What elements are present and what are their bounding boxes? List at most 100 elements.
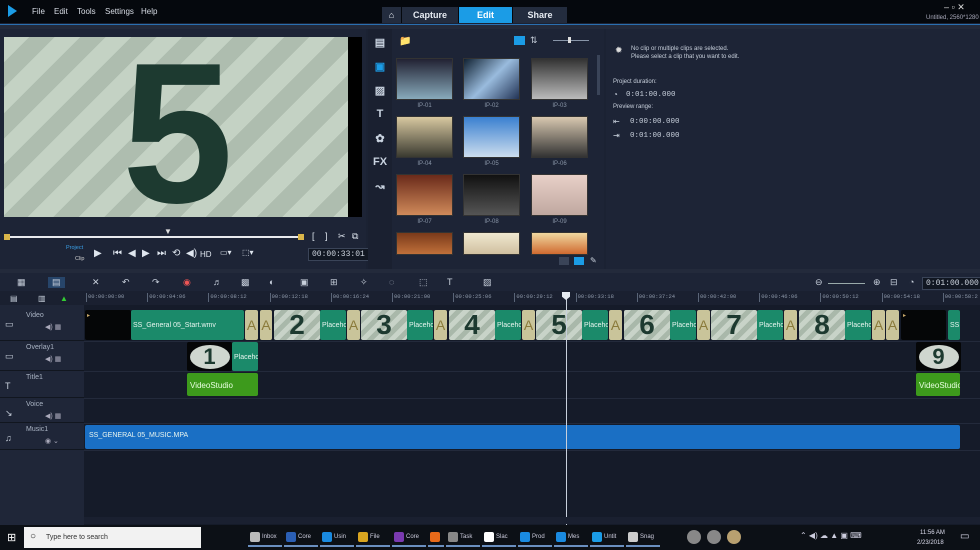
smart-package-icon[interactable]: ▨	[483, 277, 492, 288]
title-icon[interactable]: T	[370, 108, 390, 120]
title-track-icon[interactable]: T	[5, 381, 11, 391]
library-thumbnail[interactable]	[396, 174, 453, 216]
placeholder-clip[interactable]: Placeholder	[582, 310, 608, 340]
track-manager-icon[interactable]: ▤	[10, 294, 18, 303]
library-thumbnail[interactable]	[396, 58, 453, 100]
video-clip-2[interactable]: 2	[274, 310, 320, 340]
timeline-view-icon[interactable]: ▤	[48, 277, 65, 288]
library-thumbnail[interactable]	[463, 116, 520, 158]
taskbar-app[interactable]: Mes	[554, 528, 588, 547]
tab-capture[interactable]: Capture	[402, 7, 458, 23]
menu-edit[interactable]: Edit	[54, 7, 68, 16]
library-thumbnail[interactable]	[531, 116, 588, 158]
windows-start-icon[interactable]: ⊞	[7, 531, 16, 544]
placeholder-clip[interactable]: Placeholder	[320, 310, 346, 340]
library-thumbnail[interactable]	[463, 58, 520, 100]
enlarge-icon[interactable]: ⧉	[352, 231, 358, 242]
sort-icon[interactable]: ⇅	[530, 35, 538, 46]
clock-date[interactable]: 2/23/2018	[917, 540, 944, 546]
overlay-track-icon[interactable]: ▭	[5, 351, 14, 362]
timecode-field[interactable]: 00:00:33:01	[308, 248, 369, 261]
video-clip-5[interactable]: 5	[536, 310, 582, 340]
scrubber-bar[interactable]	[6, 236, 302, 238]
video-clip-6[interactable]: 6	[624, 310, 670, 340]
trim-in-handle[interactable]	[4, 234, 10, 240]
system-tray-icons[interactable]: ⌃ ◀) ☁ ▲ ▣ ⌨	[800, 531, 862, 540]
fit-project-icon[interactable]: ⊟	[890, 277, 898, 288]
placeholder-clip[interactable]: Placeholder	[845, 310, 871, 340]
transition[interactable]: A	[697, 310, 710, 340]
track-controls[interactable]: ◉ ⌄	[45, 437, 59, 445]
taskbar-app[interactable]: Prod	[518, 528, 552, 547]
library-thumbnail[interactable]	[396, 116, 453, 158]
tools-icon[interactable]: ✕	[92, 277, 100, 288]
menu-tools[interactable]: Tools	[77, 7, 96, 16]
taskbar-app[interactable]: Usin	[320, 528, 354, 547]
pan-zoom-icon[interactable]: ⬚	[419, 277, 428, 288]
placeholder-clip[interactable]: Placeholder	[407, 310, 433, 340]
music-clip[interactable]: SS_GENERAL 05_MUSIC.MPA	[85, 425, 960, 449]
taskbar-app[interactable]: Untit	[590, 528, 624, 547]
library-thumbnail[interactable]	[463, 232, 520, 255]
library-scrollbar[interactable]	[597, 55, 600, 95]
menu-help[interactable]: Help	[141, 7, 157, 16]
range-out-field[interactable]: 0:01:00.000	[630, 132, 680, 140]
placeholder-clip[interactable]: Placeholder	[670, 310, 696, 340]
taskbar-app[interactable]: Core	[284, 528, 318, 547]
time-remap-icon[interactable]: ✧	[360, 277, 368, 288]
track-controls[interactable]: ◀) ▦	[45, 412, 61, 420]
library-thumbnail[interactable]	[463, 174, 520, 216]
taskbar-app[interactable]: Snag	[626, 528, 660, 547]
overlay-clip-1[interactable]: 1	[187, 342, 232, 371]
split-icon[interactable]: ✂	[338, 231, 346, 242]
storyboard-view-icon[interactable]: ▦	[17, 277, 26, 288]
title-clip[interactable]: VideoStudio	[916, 373, 960, 396]
undo-icon[interactable]: ↶	[122, 277, 130, 288]
chapter-icon[interactable]: ▥	[38, 294, 46, 303]
transition[interactable]: A	[347, 310, 360, 340]
voice-track-icon[interactable]: ↘	[5, 408, 13, 419]
video-track-icon[interactable]: ▭	[5, 319, 14, 330]
media-icon[interactable]: ▤	[370, 36, 390, 49]
video-clip-7[interactable]: 7	[711, 310, 757, 340]
motion-tracking-icon[interactable]: ◐	[269, 277, 274, 287]
music-track-icon[interactable]: ♫	[5, 433, 12, 443]
play-icon[interactable]: ▶	[94, 248, 102, 259]
tab-share[interactable]: Share	[513, 7, 567, 23]
timeline-scrollbar[interactable]	[84, 517, 980, 524]
taskbar-app[interactable]	[428, 528, 444, 547]
end-icon[interactable]: ⏭	[157, 248, 166, 259]
overlay-placeholder-clip[interactable]: Placeholder	[232, 342, 258, 371]
crop-icon[interactable]: ⬚▾	[242, 248, 254, 257]
search-box[interactable]: ○ Type here to search	[24, 527, 201, 548]
transition[interactable]: A	[522, 310, 535, 340]
zoom-in-icon[interactable]: ⊕	[873, 277, 881, 288]
placeholder-clip[interactable]: Placeholder	[495, 310, 521, 340]
taskbar-app[interactable]: Slac	[482, 528, 516, 547]
video-clip-end[interactable]: SS	[948, 310, 960, 340]
video-clip-black[interactable]: ▸	[85, 310, 131, 340]
subtitle-editor-icon[interactable]: ▣	[300, 277, 309, 288]
path-icon[interactable]: ↝	[370, 180, 390, 193]
hd-button[interactable]: HD	[200, 250, 212, 259]
pinned-avatar-icon[interactable]	[687, 530, 701, 544]
thumbnail-view-icon[interactable]	[514, 36, 525, 45]
filter-icon[interactable]: FX	[370, 156, 390, 168]
project-mode-label[interactable]: Project	[66, 245, 83, 251]
menu-settings[interactable]: Settings	[105, 7, 134, 16]
placeholder-clip[interactable]: Placeholder	[757, 310, 783, 340]
volume-icon[interactable]: ◀)	[186, 248, 197, 259]
taskbar-app[interactable]: Core	[392, 528, 426, 547]
home-start-icon[interactable]: ⏮	[113, 248, 122, 259]
mask-creator-icon[interactable]: ◌	[389, 277, 394, 287]
clock-time[interactable]: 11:56 AM	[920, 530, 945, 536]
window-controls[interactable]: – ▫ ✕	[944, 2, 965, 13]
3d-title-icon[interactable]: T	[447, 277, 453, 287]
mark-out-icon[interactable]: ]	[325, 231, 328, 241]
edit-icon[interactable]: ✎	[590, 256, 597, 265]
pinned-avatar-icon[interactable]	[727, 530, 741, 544]
slider-handle[interactable]	[568, 37, 571, 43]
zoom-slider[interactable]	[828, 283, 865, 284]
library-thumbnail[interactable]	[531, 58, 588, 100]
taskbar-app[interactable]: Inbox	[248, 528, 282, 547]
